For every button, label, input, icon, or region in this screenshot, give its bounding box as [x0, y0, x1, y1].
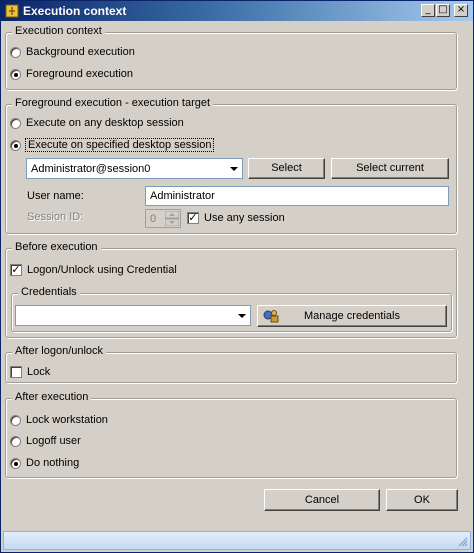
ok-button[interactable]: OK	[386, 489, 458, 511]
radio-indicator	[10, 117, 21, 129]
manage-credentials-label: Manage credentials	[303, 310, 400, 322]
minimize-button[interactable]: _	[421, 4, 435, 17]
after-execution-legend: After execution	[12, 391, 92, 403]
before-execution-legend: Before execution	[12, 241, 101, 253]
radio-indicator	[10, 139, 21, 151]
foreground-execution-radio[interactable]: Foreground execution	[10, 68, 133, 80]
do-nothing-radio[interactable]: Do nothing	[10, 457, 79, 469]
do-nothing-label: Do nothing	[26, 457, 80, 469]
logon-unlock-checkbox[interactable]: ✓ Logon/Unlock using Credential	[10, 264, 177, 276]
any-desktop-session-radio[interactable]: Execute on any desktop session	[10, 117, 184, 129]
radio-indicator	[10, 46, 21, 58]
radio-indicator	[10, 435, 21, 447]
select-current-button[interactable]: Select current	[331, 158, 449, 179]
credentials-icon	[263, 310, 279, 323]
checkbox-indicator	[10, 366, 22, 378]
session-dropdown[interactable]: Administrator@session0	[26, 158, 243, 179]
checkmark-icon: ✓	[187, 211, 199, 224]
maximize-button[interactable]: □	[436, 4, 450, 17]
background-execution-label: Background execution	[26, 46, 135, 58]
select-button[interactable]: Select	[248, 158, 325, 179]
user-name-value: Administrator	[150, 190, 215, 202]
execution-context-group: Execution context	[5, 25, 457, 90]
checkmark-icon: ✓	[10, 263, 22, 276]
lock-workstation-radio[interactable]: Lock workstation	[10, 414, 108, 426]
title-bar[interactable]: Execution context _ □ ×	[1, 1, 473, 21]
session-id-stepper[interactable]: 0	[145, 209, 181, 228]
after-logon-group: After logon/unlock	[5, 345, 457, 383]
resize-grip-icon[interactable]	[458, 537, 468, 547]
logoff-user-label: Logoff user	[26, 435, 81, 447]
execution-target-legend: Foreground execution - execution target	[12, 97, 214, 109]
cancel-button[interactable]: Cancel	[264, 489, 380, 511]
user-name-input[interactable]: Administrator	[145, 186, 449, 206]
stepper-arrows-icon	[165, 211, 179, 226]
app-icon	[5, 4, 19, 18]
chevron-down-icon	[238, 313, 246, 318]
manage-credentials-button[interactable]: Manage credentials	[257, 305, 447, 327]
lock-workstation-label: Lock workstation	[26, 414, 108, 426]
session-id-value: 0	[150, 213, 157, 225]
maximize-icon: □	[438, 4, 448, 15]
lock-checkbox[interactable]: Lock	[10, 366, 50, 378]
chevron-down-icon	[230, 166, 238, 171]
background-execution-radio[interactable]: Background execution	[10, 46, 135, 58]
user-name-label: User name:	[27, 190, 84, 202]
session-id-label: Session ID:	[27, 211, 84, 223]
use-any-session-label: Use any session	[204, 212, 285, 224]
credentials-legend: Credentials	[18, 286, 80, 298]
use-any-session-checkbox[interactable]: ✓ Use any session	[187, 212, 285, 224]
window-title: Execution context	[23, 4, 127, 18]
radio-indicator	[10, 414, 21, 426]
logoff-user-radio[interactable]: Logoff user	[10, 435, 81, 447]
status-bar	[3, 531, 471, 550]
credentials-dropdown[interactable]	[15, 305, 251, 326]
specified-desktop-session-radio[interactable]: Execute on specified desktop session	[10, 138, 215, 152]
after-logon-legend: After logon/unlock	[12, 345, 107, 357]
specified-desktop-session-label: Execute on specified desktop session	[24, 138, 215, 152]
radio-indicator	[10, 457, 21, 469]
any-desktop-session-label: Execute on any desktop session	[26, 117, 184, 129]
close-button[interactable]: ×	[454, 4, 468, 17]
close-icon: ×	[456, 4, 466, 15]
logon-unlock-label: Logon/Unlock using Credential	[27, 264, 177, 276]
minimize-icon: _	[425, 4, 431, 15]
lock-label: Lock	[27, 366, 51, 378]
foreground-execution-label: Foreground execution	[26, 68, 134, 80]
execution-context-legend: Execution context	[12, 25, 105, 37]
radio-indicator	[10, 68, 21, 80]
session-dropdown-value: Administrator@session0	[31, 163, 151, 175]
execution-context-window: Execution context _ □ × Execution contex…	[0, 0, 474, 553]
